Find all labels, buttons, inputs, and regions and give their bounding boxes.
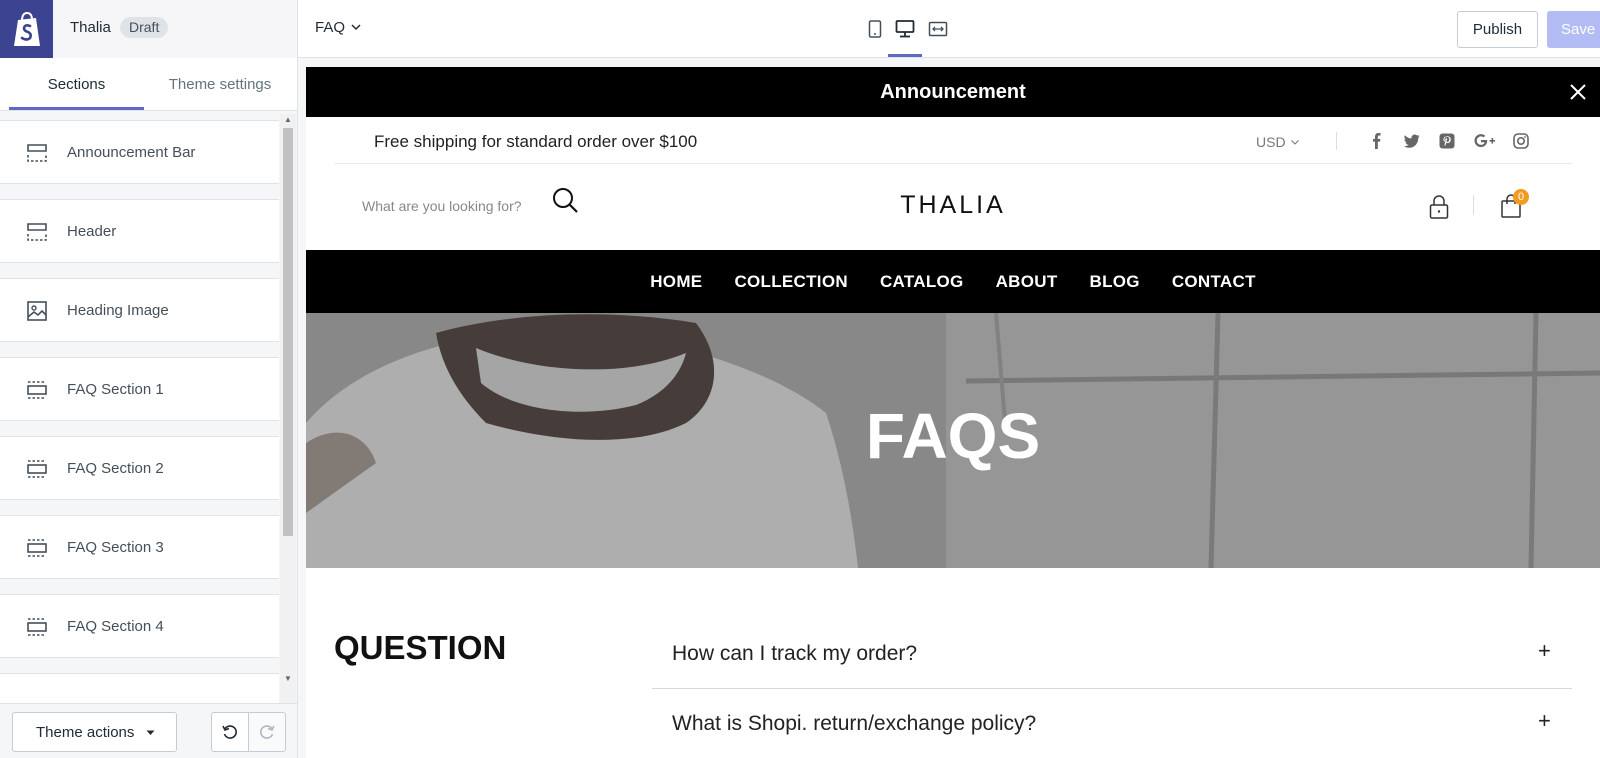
- editor-topbar: Thalia Draft FAQ Publish Save: [0, 0, 1600, 58]
- desktop-view-button[interactable]: [892, 16, 918, 42]
- section-icon: [27, 460, 47, 478]
- section-item-announcement-bar[interactable]: Announcement Bar: [0, 120, 279, 184]
- heading-image: FAQS: [306, 313, 1600, 568]
- section-item-label: FAQ Section 4: [67, 618, 164, 635]
- save-button[interactable]: Save: [1547, 11, 1600, 48]
- section-list: Announcement Bar Header Heading Image FA…: [0, 120, 280, 758]
- mobile-view-button[interactable]: [862, 16, 888, 42]
- pinterest-icon[interactable]: [1438, 132, 1456, 150]
- page-selector[interactable]: FAQ: [315, 19, 361, 36]
- redo-button[interactable]: [248, 712, 286, 752]
- shopify-logo[interactable]: [0, 0, 53, 58]
- hero-title: FAQS: [865, 400, 1041, 472]
- section-item-faq-section-3[interactable]: FAQ Section 3: [0, 515, 279, 579]
- chevron-down-icon: [1290, 139, 1299, 145]
- nav-link-contact[interactable]: CONTACT: [1172, 272, 1256, 292]
- active-view-indicator: [888, 54, 922, 57]
- faq-question: How can I track my order?: [672, 642, 918, 665]
- undo-icon: [222, 725, 237, 739]
- google-plus-icon[interactable]: [1473, 132, 1497, 150]
- faq-item[interactable]: What is Shopi. return/exchange policy? +: [652, 690, 1572, 758]
- section-item-faq-section-2[interactable]: FAQ Section 2: [0, 436, 279, 500]
- lock-icon[interactable]: [1428, 194, 1450, 220]
- chevron-down-icon: [351, 24, 361, 31]
- image-icon: [27, 301, 47, 321]
- caret-down-icon: [146, 730, 155, 735]
- divider: [1336, 132, 1337, 150]
- theme-actions-label: Theme actions: [36, 723, 135, 741]
- nav-link-catalog[interactable]: CATALOG: [880, 272, 964, 292]
- store-header: THALIA 0: [306, 165, 1600, 248]
- active-tab-indicator: [9, 107, 144, 110]
- sidebar-footer: Theme actions: [0, 703, 297, 758]
- shopify-bag-icon: [13, 11, 40, 46]
- nav-link-home[interactable]: HOME: [650, 272, 702, 292]
- tab-sections[interactable]: Sections: [9, 58, 144, 111]
- store-name: Thalia: [70, 19, 111, 36]
- section-item-label: FAQ Section 1: [67, 381, 164, 398]
- instagram-icon[interactable]: [1512, 132, 1530, 150]
- top-info-bar: Free shipping for standard order over $1…: [334, 117, 1572, 164]
- section-item-faq-section-1[interactable]: FAQ Section 1: [0, 357, 279, 421]
- close-icon[interactable]: [1568, 82, 1588, 102]
- header-section-icon: [27, 223, 47, 241]
- scrollbar-thumb[interactable]: [283, 128, 293, 536]
- section-item-label: Announcement Bar: [67, 144, 196, 161]
- publish-button[interactable]: Publish: [1457, 11, 1538, 48]
- plus-icon[interactable]: +: [1538, 708, 1551, 734]
- facebook-icon[interactable]: [1368, 132, 1386, 150]
- theme-actions-button[interactable]: Theme actions: [12, 712, 177, 752]
- section-item-label: Header: [67, 223, 117, 240]
- redo-icon: [260, 725, 275, 739]
- scroll-up-icon[interactable]: ▲: [283, 115, 293, 125]
- currency-selector[interactable]: USD: [1256, 134, 1299, 150]
- store-header: Thalia Draft: [0, 0, 298, 58]
- shipping-notice: Free shipping for standard order over $1…: [374, 132, 698, 151]
- mobile-icon: [868, 20, 882, 38]
- announcement-bar: Announcement: [306, 67, 1600, 117]
- faq-item[interactable]: How can I track my order? +: [652, 620, 1572, 689]
- nav-link-collection[interactable]: COLLECTION: [734, 272, 848, 292]
- section-icon: [27, 539, 47, 557]
- tab-theme-settings[interactable]: Theme settings: [152, 58, 288, 111]
- question-heading: QUESTION: [334, 629, 507, 666]
- announcement-text: Announcement: [880, 80, 1026, 103]
- section-icon: [27, 618, 47, 636]
- twitter-icon[interactable]: [1403, 132, 1421, 150]
- theme-preview: Announcement Free shipping for standard …: [306, 67, 1600, 758]
- expand-width-icon: [928, 21, 948, 37]
- undo-button[interactable]: [211, 712, 249, 752]
- section-item-faq-section-4[interactable]: FAQ Section 4: [0, 594, 279, 658]
- store-logo[interactable]: THALIA: [306, 191, 1600, 220]
- editor-sidebar: Sections Theme settings Announcement Bar…: [0, 58, 298, 758]
- currency-label: USD: [1256, 134, 1286, 150]
- faq-question: What is Shopi. return/exchange policy?: [672, 712, 1037, 735]
- section-item-header[interactable]: Header: [0, 199, 279, 263]
- section-item-label: FAQ Section 3: [67, 539, 164, 556]
- divider: [1473, 195, 1474, 215]
- section-icon: [27, 381, 47, 399]
- nav-link-about[interactable]: ABOUT: [996, 272, 1058, 292]
- scroll-down-icon[interactable]: ▼: [283, 674, 293, 684]
- page-selector-label: FAQ: [315, 19, 346, 36]
- section-item-label: Heading Image: [67, 302, 169, 319]
- section-item-heading-image[interactable]: Heading Image: [0, 278, 279, 342]
- sidebar-scrollbar[interactable]: ▲ ▼: [280, 114, 296, 758]
- section-item-label: FAQ Section 2: [67, 460, 164, 477]
- nav-link-blog[interactable]: BLOG: [1090, 272, 1140, 292]
- status-badge: Draft: [120, 17, 169, 38]
- desktop-icon: [895, 20, 915, 38]
- sidebar-tabs: Sections Theme settings: [0, 58, 297, 111]
- header-section-icon: [27, 144, 47, 162]
- full-width-view-button[interactable]: [925, 16, 951, 42]
- plus-icon[interactable]: +: [1538, 638, 1551, 664]
- cart-count-badge: 0: [1513, 189, 1529, 205]
- main-navigation: HOME COLLECTION CATALOG ABOUT BLOG CONTA…: [306, 250, 1600, 313]
